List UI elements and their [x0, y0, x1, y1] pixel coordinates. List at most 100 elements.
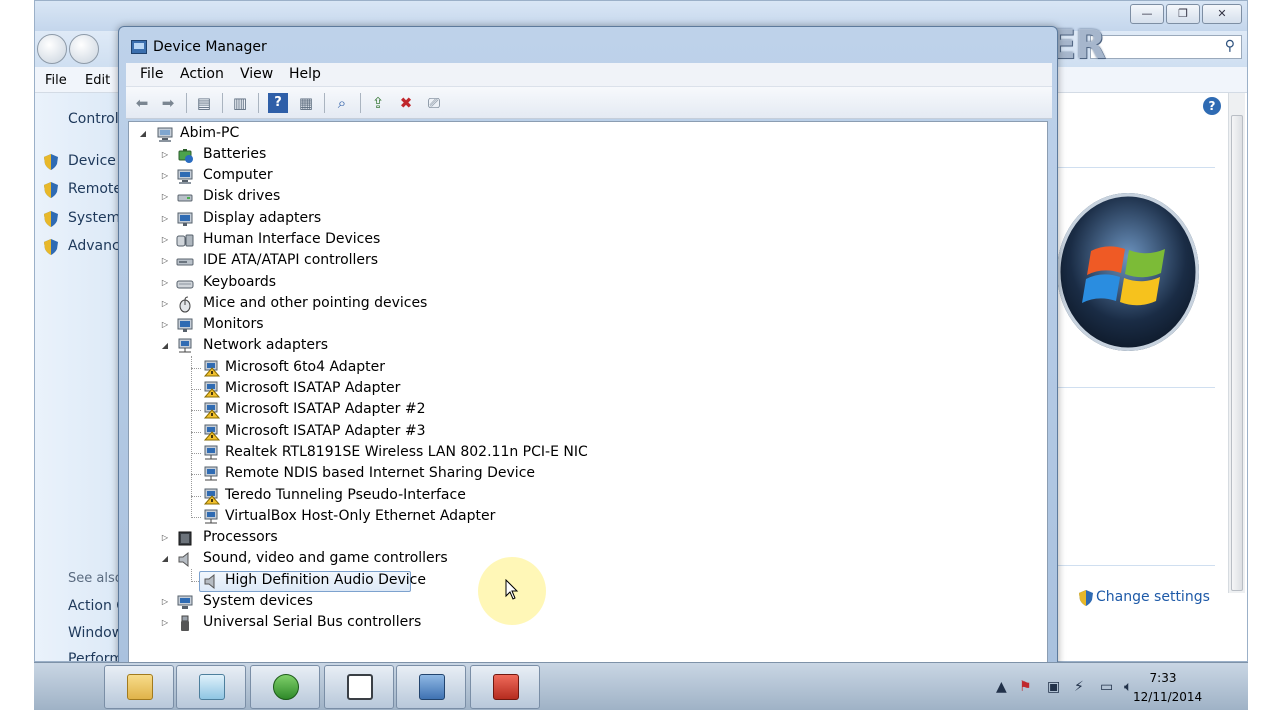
tree-category[interactable]: ▷ Human Interface Devices — [160, 230, 460, 251]
tree-category[interactable]: ▷ Processors — [160, 528, 460, 549]
speaker-icon — [178, 551, 189, 568]
maximize-button[interactable]: ❐ — [1166, 4, 1200, 24]
expand-arrow-icon[interactable]: ▷ — [160, 299, 170, 309]
menu-view[interactable]: View — [240, 66, 273, 82]
action-center-flag-icon[interactable]: ⚑ — [1019, 679, 1032, 695]
help-icon[interactable]: ? — [1203, 97, 1221, 115]
expand-arrow-icon[interactable]: ▷ — [160, 618, 170, 628]
task-advanced[interactable]: Advanc — [68, 238, 120, 254]
close-button[interactable]: ✕ — [1202, 4, 1242, 24]
system-devices-icon — [177, 595, 193, 609]
device-manager-titlebar[interactable]: Device Manager — [119, 27, 1057, 63]
tree-category[interactable]: ▷ Computer — [160, 166, 460, 187]
tree-guide-line — [191, 410, 201, 411]
network-adapter-item[interactable]: Microsoft ISATAP Adapter #3 — [202, 422, 602, 443]
network-adapter-item[interactable]: VirtualBox Host-Only Ethernet Adapter — [202, 507, 602, 528]
speaker-icon — [204, 573, 215, 590]
menu-edit[interactable]: Edit — [85, 73, 110, 88]
menu-file[interactable]: File — [140, 66, 163, 82]
collapse-arrow-icon[interactable]: ◢ — [138, 129, 148, 139]
network-adapter-icon — [178, 338, 192, 353]
uninstall-icon[interactable]: ✖ — [396, 93, 416, 113]
expand-arrow-icon[interactable]: ▷ — [160, 320, 170, 330]
network-adapter-item[interactable]: Microsoft ISATAP Adapter — [202, 379, 602, 400]
collapse-arrow-icon[interactable]: ◢ — [160, 341, 170, 351]
taskbar-device-manager-button[interactable] — [396, 665, 466, 709]
change-settings-link[interactable]: Change settings — [1078, 589, 1210, 605]
expand-arrow-icon[interactable]: ▷ — [160, 192, 170, 202]
forward-button[interactable] — [69, 34, 99, 64]
task-system[interactable]: System — [68, 210, 120, 226]
power-icon[interactable]: ⚡ — [1074, 679, 1084, 695]
tree-category[interactable]: ▷ Keyboards — [160, 273, 460, 294]
tree-category[interactable]: ◢ Sound, video and game controllers — [160, 549, 480, 570]
background-scrollbar[interactable] — [1228, 93, 1245, 593]
task-remote[interactable]: Remote — [68, 181, 122, 197]
show-hide-console-tree-icon[interactable]: ▤ — [194, 93, 214, 113]
expand-arrow-icon[interactable]: ▷ — [160, 597, 170, 607]
control-panel-link[interactable]: Control — [68, 111, 119, 127]
back-button[interactable] — [37, 34, 67, 64]
toolbar-separator — [186, 93, 187, 113]
tree-root[interactable]: ◢ Abim-PC — [138, 124, 338, 145]
network-icon[interactable]: ▭ — [1100, 679, 1113, 695]
network-adapter-item[interactable]: Microsoft ISATAP Adapter #2 — [202, 400, 602, 421]
processor-icon — [178, 531, 192, 546]
see-also-performance[interactable]: Perform — [68, 651, 123, 661]
network-adapter-item[interactable]: Microsoft 6to4 Adapter — [202, 358, 602, 379]
minimize-button[interactable]: — — [1130, 4, 1164, 24]
taskbar-notepad-button[interactable] — [176, 665, 246, 709]
tree-category[interactable]: ▷ Universal Serial Bus controllers — [160, 613, 460, 634]
expand-arrow-icon[interactable]: ▷ — [160, 533, 170, 543]
tree-category[interactable]: ▷ Mice and other pointing devices — [160, 294, 480, 315]
window-icon — [347, 674, 373, 700]
taskbar-control-panel-button[interactable] — [324, 665, 394, 709]
tree-category[interactable]: ▷ Disk drives — [160, 187, 460, 208]
menu-file[interactable]: File — [45, 73, 67, 88]
network-adapter-item[interactable]: Teredo Tunneling Pseudo-Interface — [202, 486, 602, 507]
expand-arrow-icon[interactable]: ▷ — [160, 214, 170, 224]
tree-category[interactable]: ◢ Network adapters — [160, 336, 460, 357]
tree-category[interactable]: ▷ System devices — [160, 592, 460, 613]
taskbar-app-button[interactable] — [250, 665, 320, 709]
back-arrow-icon[interactable]: ⬅ — [132, 93, 152, 113]
expand-arrow-icon[interactable]: ▷ — [160, 235, 170, 245]
properties-icon[interactable]: ▥ — [230, 93, 250, 113]
expand-arrow-icon[interactable]: ▷ — [160, 278, 170, 288]
display-adapter-icon — [177, 212, 193, 226]
forward-arrow-icon[interactable]: ➡ — [158, 93, 178, 113]
menu-help[interactable]: Help — [289, 66, 321, 82]
clock-date[interactable]: 12/11/2014 — [1133, 690, 1202, 704]
tree-category[interactable]: ▷ Display adapters — [160, 209, 460, 230]
scan-hardware-icon[interactable]: ⌕ — [332, 93, 352, 113]
network-adapter-label: VirtualBox Host-Only Ethernet Adapter — [225, 508, 496, 524]
device-manager-icon — [131, 40, 147, 54]
expand-arrow-icon[interactable]: ▷ — [160, 256, 170, 266]
taskbar-explorer-button[interactable] — [104, 665, 174, 709]
network-adapter-warning-icon — [203, 360, 220, 377]
tree-category[interactable]: ▷ IDE ATA/ATAPI controllers — [160, 251, 460, 272]
see-also-windows[interactable]: Window — [68, 625, 123, 641]
disable-device-icon[interactable]: ⎚ — [424, 93, 444, 113]
collapse-arrow-icon[interactable]: ◢ — [160, 554, 170, 564]
network-adapter-item[interactable]: Realtek RTL8191SE Wireless LAN 802.11n P… — [202, 443, 602, 464]
expand-arrow-icon[interactable]: ▷ — [160, 171, 170, 181]
menu-action[interactable]: Action — [180, 66, 224, 82]
tree-category-label: Network adapters — [203, 337, 328, 353]
update-driver-icon[interactable]: ⇪ — [368, 93, 388, 113]
sound-device-item[interactable]: High Definition Audio Device — [202, 571, 502, 592]
tree-category[interactable]: ▷ Monitors — [160, 315, 460, 336]
volume-icon[interactable]: 🔈︎ — [1124, 679, 1132, 695]
taskbar-toolbox-button[interactable] — [470, 665, 540, 709]
search-input[interactable]: ⚲ — [1090, 35, 1242, 59]
show-hidden-icons-icon[interactable]: ▲ — [996, 679, 1007, 695]
clock-time[interactable]: 7:33 — [1133, 671, 1193, 685]
tree-category[interactable]: ▷ Batteries — [160, 145, 460, 166]
tray-app-icon[interactable]: ▣ — [1047, 679, 1060, 695]
help-icon[interactable]: ? — [268, 93, 288, 113]
toolbar-separator — [360, 93, 361, 113]
scroll-thumb[interactable] — [1231, 115, 1243, 591]
action-pane-icon[interactable]: ▦ — [296, 93, 316, 113]
expand-arrow-icon[interactable]: ▷ — [160, 150, 170, 160]
network-adapter-item[interactable]: Remote NDIS based Internet Sharing Devic… — [202, 464, 602, 485]
